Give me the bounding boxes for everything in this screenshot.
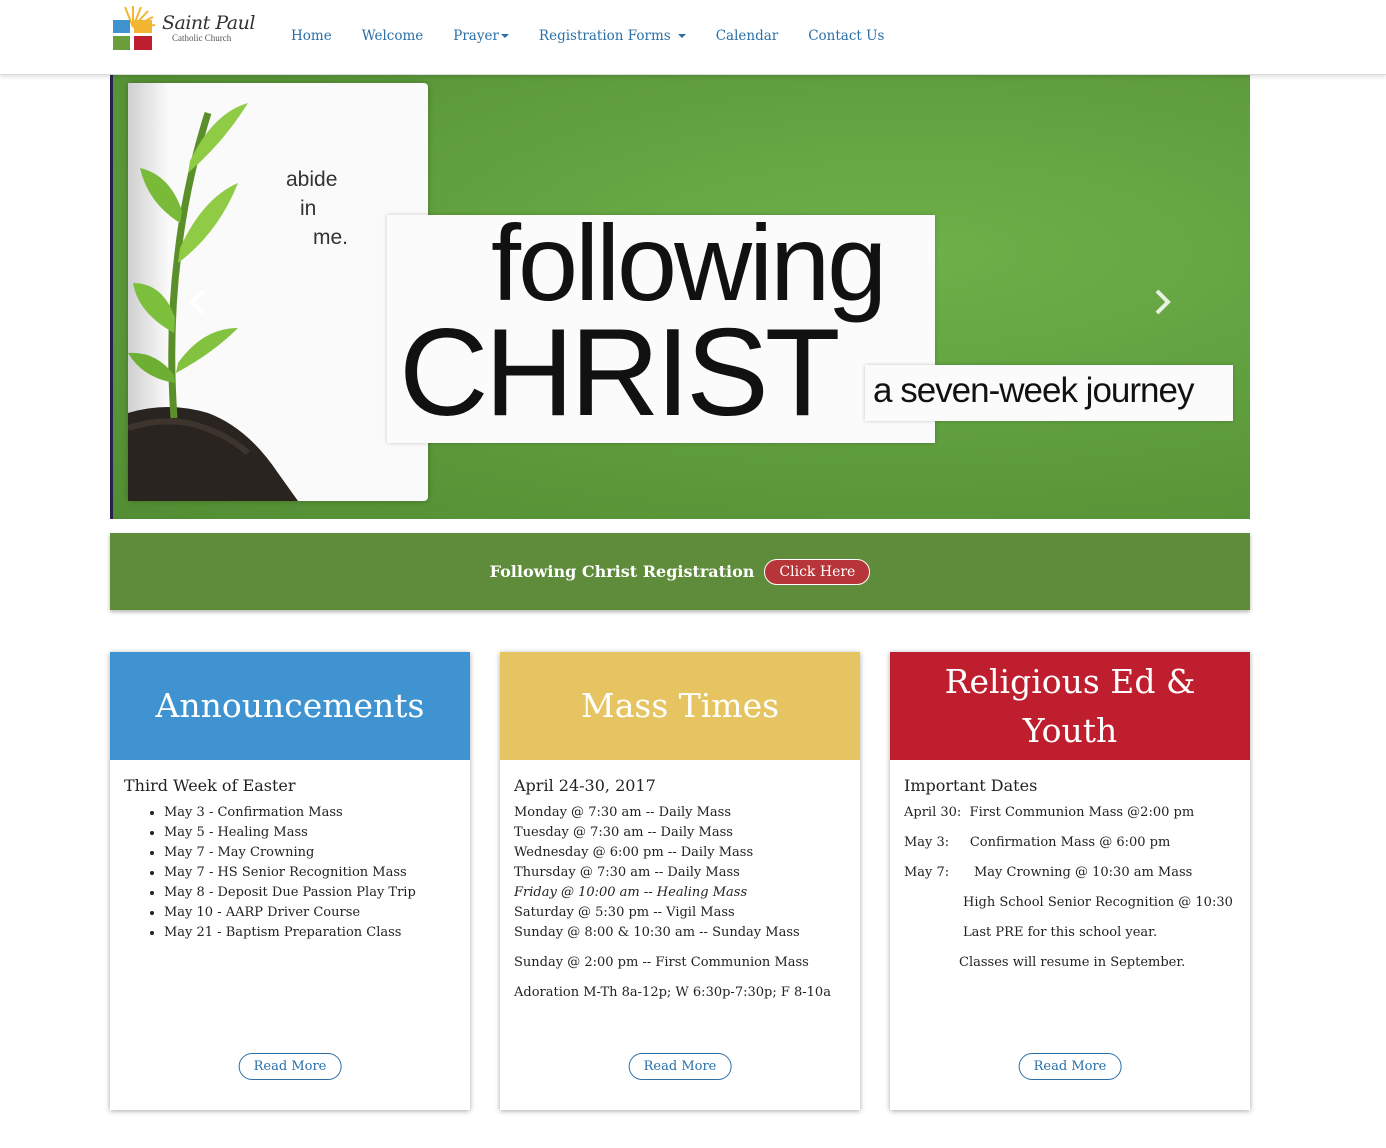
list-item: May 7 - HS Senior Recognition Mass <box>164 863 456 883</box>
mass-time-line: Thursday @ 7:30 am -- Daily Mass <box>514 865 740 880</box>
date-line: Classes will resume in September. <box>959 955 1186 970</box>
abide-line-3: me. <box>313 226 349 249</box>
read-more-button[interactable]: Read More <box>1018 1053 1122 1080</box>
nav-calendar-label: Calendar <box>715 28 779 44</box>
mass-time-line: Monday @ 7:30 am -- Daily Mass <box>514 805 732 820</box>
nav-registration-forms-dropdown[interactable]: Registration Forms <box>524 28 701 44</box>
list-item: May 3 - Confirmation Mass <box>164 803 456 823</box>
mass-time-line: Wednesday @ 6:00 pm -- Daily Mass <box>514 845 754 860</box>
date-line: May 7: May Crowning @ 10:30 am Mass <box>904 865 1193 880</box>
banner-text: Following Christ Registration <box>489 562 755 581</box>
list-item: May 7 - May Crowning <box>164 843 456 863</box>
abide-line-1: abide <box>286 168 338 191</box>
mass-time-line: Saturday @ 5:30 pm -- Vigil Mass <box>514 905 735 920</box>
seedling-plant-image <box>128 103 298 501</box>
list-item: May 5 - Healing Mass <box>164 823 456 843</box>
nav-contact-us[interactable]: Contact Us <box>793 28 899 44</box>
nav-registration-label: Registration Forms <box>538 28 671 44</box>
hero-left-edge <box>110 75 113 519</box>
mass-time-line: Tuesday @ 7:30 am -- Daily Mass <box>514 825 733 840</box>
registration-banner: Following Christ Registration Click Here <box>110 533 1250 610</box>
nav-welcome[interactable]: Welcome <box>347 28 439 44</box>
hero-carousel[interactable]: abide in me. following CHRIST a seven-we… <box>110 75 1250 519</box>
nav-contact-label: Contact Us <box>808 28 885 44</box>
nav-home[interactable]: Home <box>276 28 347 44</box>
card-subtitle: April 24-30, 2017 <box>514 776 656 795</box>
nav-prayer-dropdown[interactable]: Prayer <box>438 28 524 44</box>
date-line: April 30: First Communion Mass @2:00 pm <box>904 805 1195 820</box>
card-subtitle: Third Week of Easter <box>124 776 296 795</box>
card-title: Announcements <box>110 652 470 760</box>
cross-logo-icon <box>113 6 156 50</box>
hero-title-christ: CHRIST <box>399 304 841 442</box>
top-navbar: Saint Paul Catholic Church Home Welcome … <box>0 0 1386 75</box>
card-subtitle: Important Dates <box>904 776 1038 795</box>
card-title: Mass Times <box>500 652 860 760</box>
chevron-left-icon[interactable] <box>184 287 214 317</box>
read-more-button[interactable]: Read More <box>238 1053 342 1080</box>
announcements-list: May 3 - Confirmation Mass May 5 - Healin… <box>124 803 456 943</box>
hero-title-following: following <box>491 202 887 323</box>
list-item: May 21 - Baptism Preparation Class <box>164 923 456 943</box>
nav-welcome-label: Welcome <box>361 28 424 44</box>
mass-time-line: Sunday @ 2:00 pm -- First Communion Mass <box>514 955 809 970</box>
date-line: High School Senior Recognition @ 10:30 <box>963 895 1233 910</box>
abide-line-2: in <box>300 197 317 220</box>
nav-home-label: Home <box>291 28 332 44</box>
list-item: May 10 - AARP Driver Course <box>164 903 456 923</box>
hero-tagline: a seven-week journey <box>873 371 1194 410</box>
mass-time-line: Friday @ 10:00 am -- Healing Mass <box>514 885 748 900</box>
nav-calendar[interactable]: Calendar <box>701 28 794 44</box>
mass-times-card: Mass Times April 24-30, 2017 Monday @ 7:… <box>500 652 860 1110</box>
announcements-card: Announcements Third Week of Easter May 3… <box>110 652 470 1110</box>
caret-down-icon <box>677 34 686 38</box>
logo-subtitle: Catholic Church <box>172 32 232 43</box>
main-nav: Home Welcome Prayer Registration Forms C… <box>276 0 899 72</box>
caret-down-icon <box>500 34 509 38</box>
religious-ed-card: Religious Ed & Youth Important Dates Apr… <box>890 652 1250 1110</box>
date-line: Last PRE for this school year. <box>963 925 1158 940</box>
card-title: Religious Ed & Youth <box>890 652 1250 760</box>
list-item: May 8 - Deposit Due Passion Play Trip <box>164 883 456 903</box>
hero-abide-text: abide in me. <box>286 165 348 252</box>
date-line: May 3: Confirmation Mass @ 6:00 pm <box>904 835 1171 850</box>
click-here-button[interactable]: Click Here <box>764 558 871 585</box>
read-more-button[interactable]: Read More <box>628 1053 732 1080</box>
church-logo[interactable]: Saint Paul Catholic Church <box>110 4 270 52</box>
nav-prayer-label: Prayer <box>453 28 499 44</box>
chevron-right-icon[interactable] <box>1146 287 1176 317</box>
mass-time-line: Sunday @ 8:00 & 10:30 am -- Sunday Mass <box>514 925 800 940</box>
adoration-line: Adoration M-Th 8a-12p; W 6:30p-7:30p; F … <box>514 985 831 1000</box>
logo-name: Saint Paul <box>162 11 255 34</box>
